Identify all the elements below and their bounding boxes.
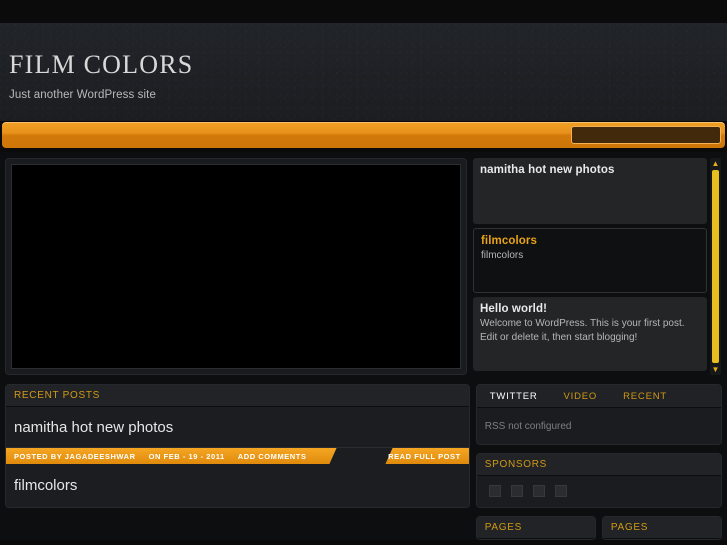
post-date: ON FEB - 19 - 2011 bbox=[148, 451, 225, 461]
recent-posts-heading: RECENT POSTS bbox=[14, 390, 101, 401]
sponsors-panel: SPONSORS bbox=[475, 453, 722, 508]
lower-row: RECENT POSTS namitha hot new photos POST… bbox=[5, 384, 723, 540]
pages-widgets-row: PAGES PAGES bbox=[475, 516, 723, 540]
tab-video[interactable]: VIDEO bbox=[551, 391, 611, 402]
sponsors-body bbox=[476, 476, 721, 507]
pages-panel-right: PAGES bbox=[601, 516, 723, 540]
featured-slider-panel[interactable] bbox=[5, 158, 467, 375]
rss-status-text: RSS not configured bbox=[484, 421, 572, 432]
pages-panel-left: PAGES bbox=[475, 516, 596, 540]
featured-post-list: namitha hot new photos filmcolors filmco… bbox=[473, 158, 721, 375]
page-title: FILM COLORS bbox=[9, 50, 194, 79]
sidebar-column: TWITTER VIDEO RECENT RSS not configured … bbox=[475, 384, 723, 540]
scroll-down-icon[interactable]: ▼ bbox=[712, 365, 720, 374]
featured-slider-stage[interactable] bbox=[11, 164, 461, 369]
pages-right-heading: PAGES bbox=[610, 522, 649, 533]
scroll-up-icon[interactable]: ▲ bbox=[712, 159, 720, 168]
sponsor-thumb-4[interactable] bbox=[554, 485, 567, 497]
list-item[interactable]: namitha hot new photos bbox=[473, 158, 707, 224]
list-item[interactable]: filmcolors filmcolors bbox=[473, 228, 707, 293]
post-title[interactable]: namitha hot new photos bbox=[6, 407, 469, 448]
sponsor-thumb-2[interactable] bbox=[510, 485, 523, 497]
post-meta-bar: POSTED BY JAGADEESHWAR ON FEB - 19 - 201… bbox=[6, 448, 469, 464]
navigation-bar[interactable] bbox=[2, 122, 725, 148]
featured-list-scrollbar[interactable]: ▲ ▼ bbox=[710, 158, 721, 375]
sponsor-thumb-1[interactable] bbox=[488, 485, 501, 497]
post-meta-left: POSTED BY JAGADEESHWAR ON FEB - 19 - 201… bbox=[6, 452, 306, 461]
sponsor-thumb-3[interactable] bbox=[532, 485, 545, 497]
sponsors-header: SPONSORS bbox=[476, 454, 721, 476]
featured-item-title: filmcolors bbox=[481, 235, 537, 247]
list-item[interactable]: Hello world! Welcome to WordPress. This … bbox=[473, 297, 707, 371]
featured-row: namitha hot new photos filmcolors filmco… bbox=[5, 158, 722, 375]
add-comments-link[interactable]: ADD COMMENTS bbox=[238, 452, 307, 461]
recent-posts-column: RECENT POSTS namitha hot new photos POST… bbox=[5, 384, 470, 540]
featured-item-title: Hello world! bbox=[480, 303, 548, 315]
meta-bar-notch bbox=[329, 448, 393, 464]
featured-item-title: namitha hot new photos bbox=[480, 164, 615, 176]
main-content: namitha hot new photos filmcolors filmco… bbox=[0, 152, 727, 540]
featured-item-excerpt: filmcolors bbox=[481, 250, 524, 261]
post-author[interactable]: POSTED BY JAGADEESHWAR bbox=[14, 452, 136, 461]
top-strip bbox=[0, 0, 727, 23]
scrollbar-thumb[interactable] bbox=[712, 170, 719, 363]
tab-recent[interactable]: RECENT bbox=[610, 391, 680, 402]
featured-item-excerpt: Welcome to WordPress. This is your first… bbox=[480, 318, 685, 343]
pages-left-heading: PAGES bbox=[484, 522, 522, 533]
recent-posts-header: RECENT POSTS bbox=[6, 385, 469, 407]
social-tabs-body: RSS not configured bbox=[476, 408, 721, 444]
sponsors-heading: SPONSORS bbox=[484, 459, 548, 470]
featured-post-items: namitha hot new photos filmcolors filmco… bbox=[473, 158, 707, 375]
site-tagline: Just another WordPress site bbox=[9, 88, 156, 101]
navigation-bar-wrap bbox=[0, 122, 727, 152]
recent-posts-panel: RECENT POSTS namitha hot new photos POST… bbox=[5, 384, 470, 508]
tab-twitter[interactable]: TWITTER bbox=[477, 391, 551, 402]
read-full-post-link[interactable]: READ FULL POST bbox=[388, 452, 461, 461]
pages-left-header: PAGES bbox=[476, 517, 595, 539]
site-header: FILM COLORS Just another WordPress site bbox=[0, 23, 727, 121]
social-tabs-panel: TWITTER VIDEO RECENT RSS not configured bbox=[475, 384, 722, 445]
social-tabs: TWITTER VIDEO RECENT bbox=[476, 385, 721, 408]
pages-right-header: PAGES bbox=[602, 517, 722, 539]
post-title[interactable]: filmcolors bbox=[6, 464, 469, 507]
search-input[interactable] bbox=[571, 126, 721, 144]
